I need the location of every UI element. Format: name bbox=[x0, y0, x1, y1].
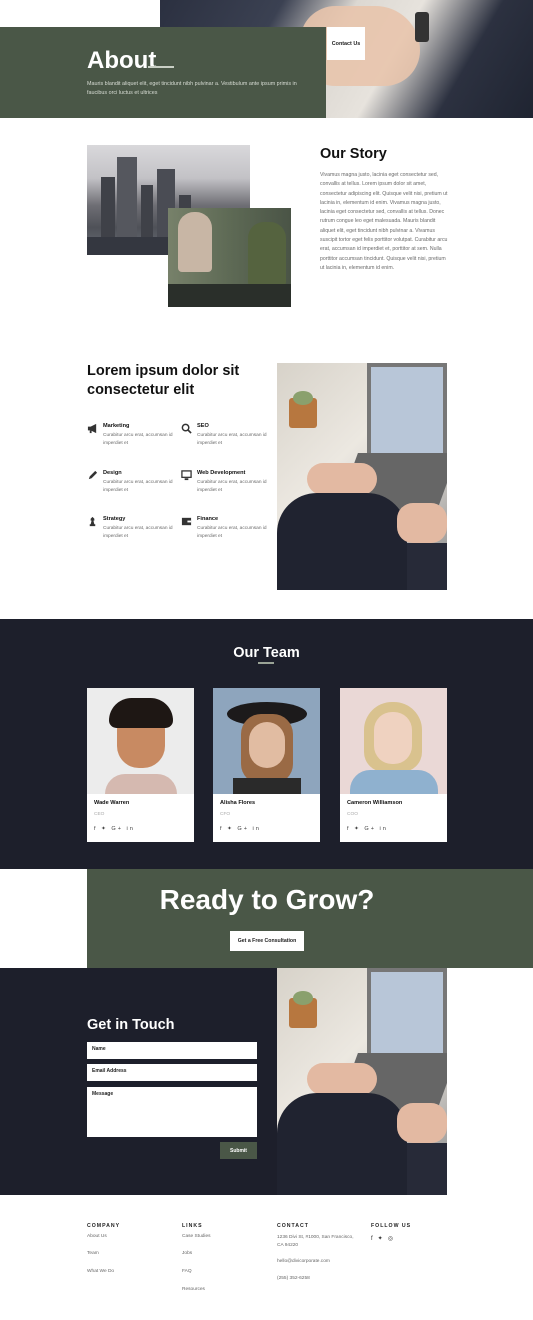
member-name: Wade Warren bbox=[94, 800, 130, 806]
footer-link-resources[interactable]: Resources bbox=[182, 1287, 205, 1292]
service-name: Strategy bbox=[103, 516, 126, 522]
meeting-table bbox=[168, 284, 291, 307]
page-title: About bbox=[87, 47, 157, 74]
megaphone-icon bbox=[87, 423, 97, 434]
team-photo-alisha bbox=[213, 688, 320, 794]
email-field[interactable]: Email Address bbox=[87, 1064, 257, 1081]
instagram-icon[interactable]: ◎ bbox=[388, 1236, 398, 1242]
service-description: Curabitur arcu erat, accumsan id imperdi… bbox=[197, 433, 267, 446]
service-description: Curabitur arcu erat, accumsan id imperdi… bbox=[197, 526, 267, 539]
service-name: Design bbox=[103, 470, 122, 476]
footer-links-heading: LINKS bbox=[182, 1223, 203, 1229]
service-name: Finance bbox=[197, 516, 219, 522]
footer-link-jobs[interactable]: Jobs bbox=[182, 1251, 192, 1256]
member-role: COO bbox=[347, 812, 358, 817]
hero-banner bbox=[0, 27, 326, 118]
laptop-typing-image bbox=[277, 363, 447, 590]
submit-button[interactable]: Submit bbox=[220, 1142, 257, 1159]
chess-icon bbox=[89, 516, 96, 527]
cta-heading: Ready to Grow? bbox=[159, 884, 375, 915]
footer-follow-heading: FOLLOW US bbox=[371, 1223, 412, 1229]
member-name: Alisha Flores bbox=[220, 800, 256, 806]
footer-contact-heading: CONTACT bbox=[277, 1223, 309, 1229]
free-consultation-button[interactable]: Get a Free Consultation bbox=[230, 931, 304, 951]
footer-link-team[interactable]: Team bbox=[87, 1251, 99, 1256]
member-role: CEO bbox=[94, 812, 105, 817]
title-underline bbox=[148, 66, 174, 68]
search-icon bbox=[181, 423, 192, 434]
laptop-typing-image-2 bbox=[277, 968, 447, 1195]
team-card: Alisha Flores CFO f ✦ G+ in bbox=[213, 688, 320, 842]
facebook-icon[interactable]: f bbox=[371, 1236, 378, 1242]
member-role: CFO bbox=[220, 812, 231, 817]
service-description: Curabitur arcu erat, accumsan id imperdi… bbox=[103, 433, 173, 446]
team-heading-underline bbox=[258, 662, 274, 664]
monitor-icon bbox=[181, 470, 192, 481]
wristwatch bbox=[415, 12, 429, 42]
footer-phone[interactable]: (255) 352-6258 bbox=[277, 1276, 310, 1281]
footer-address: 1236 Divi St, #1000, San Francisco, CA 9… bbox=[277, 1235, 354, 1248]
service-name: Marketing bbox=[103, 423, 130, 429]
message-field[interactable]: Message bbox=[87, 1087, 257, 1137]
footer-link-case-studies[interactable]: Case Studies bbox=[182, 1234, 211, 1239]
story-paragraph: Vivamus magna justo, lacinia eget consec… bbox=[320, 172, 448, 271]
man-figure bbox=[248, 222, 286, 286]
team-photo-wade bbox=[87, 688, 194, 794]
footer-link-faq[interactable]: FAQ bbox=[182, 1269, 192, 1274]
service-name: Web Development bbox=[197, 470, 246, 476]
contact-section bbox=[0, 968, 277, 1195]
team-photo-cameron bbox=[340, 688, 447, 794]
woman-figure bbox=[178, 212, 212, 272]
team-card: Cameron Williamson COO f ✦ G+ in bbox=[340, 688, 447, 842]
footer-company-heading: COMPANY bbox=[87, 1223, 121, 1229]
footer-email[interactable]: hello@divicorporate.com bbox=[277, 1259, 330, 1264]
contact-us-button[interactable]: Contact Us bbox=[327, 27, 365, 60]
team-card: Wade Warren CEO f ✦ G+ in bbox=[87, 688, 194, 842]
member-social-links[interactable]: f ✦ G+ in bbox=[347, 826, 388, 832]
service-description: Curabitur arcu erat, accumsan id imperdi… bbox=[197, 480, 267, 493]
service-description: Curabitur arcu erat, accumsan id imperdi… bbox=[103, 526, 173, 539]
services-heading: Lorem ipsum dolor sit consectetur elit bbox=[87, 363, 240, 398]
story-heading: Our Story bbox=[320, 146, 387, 162]
team-heading: Our Team bbox=[233, 645, 300, 661]
hero-description: Mauris blandit aliquet elit, eget tincid… bbox=[87, 81, 297, 96]
twitter-icon[interactable]: ✦ bbox=[378, 1236, 388, 1242]
member-name: Cameron Williamson bbox=[347, 800, 403, 806]
member-social-links[interactable]: f ✦ G+ in bbox=[94, 826, 135, 832]
footer-link-about[interactable]: About Us bbox=[87, 1234, 107, 1239]
service-description: Curabitur arcu erat, accumsan id imperdi… bbox=[103, 480, 173, 493]
name-field[interactable]: Name bbox=[87, 1042, 257, 1059]
service-name: SEO bbox=[197, 423, 209, 429]
contact-heading: Get in Touch bbox=[87, 1017, 175, 1033]
pencil-icon bbox=[88, 470, 98, 480]
footer-social-icons: f✦◎ bbox=[371, 1235, 398, 1242]
wallet-icon bbox=[181, 517, 192, 526]
footer-link-what-we-do[interactable]: What We Do bbox=[87, 1269, 114, 1274]
member-social-links[interactable]: f ✦ G+ in bbox=[220, 826, 261, 832]
